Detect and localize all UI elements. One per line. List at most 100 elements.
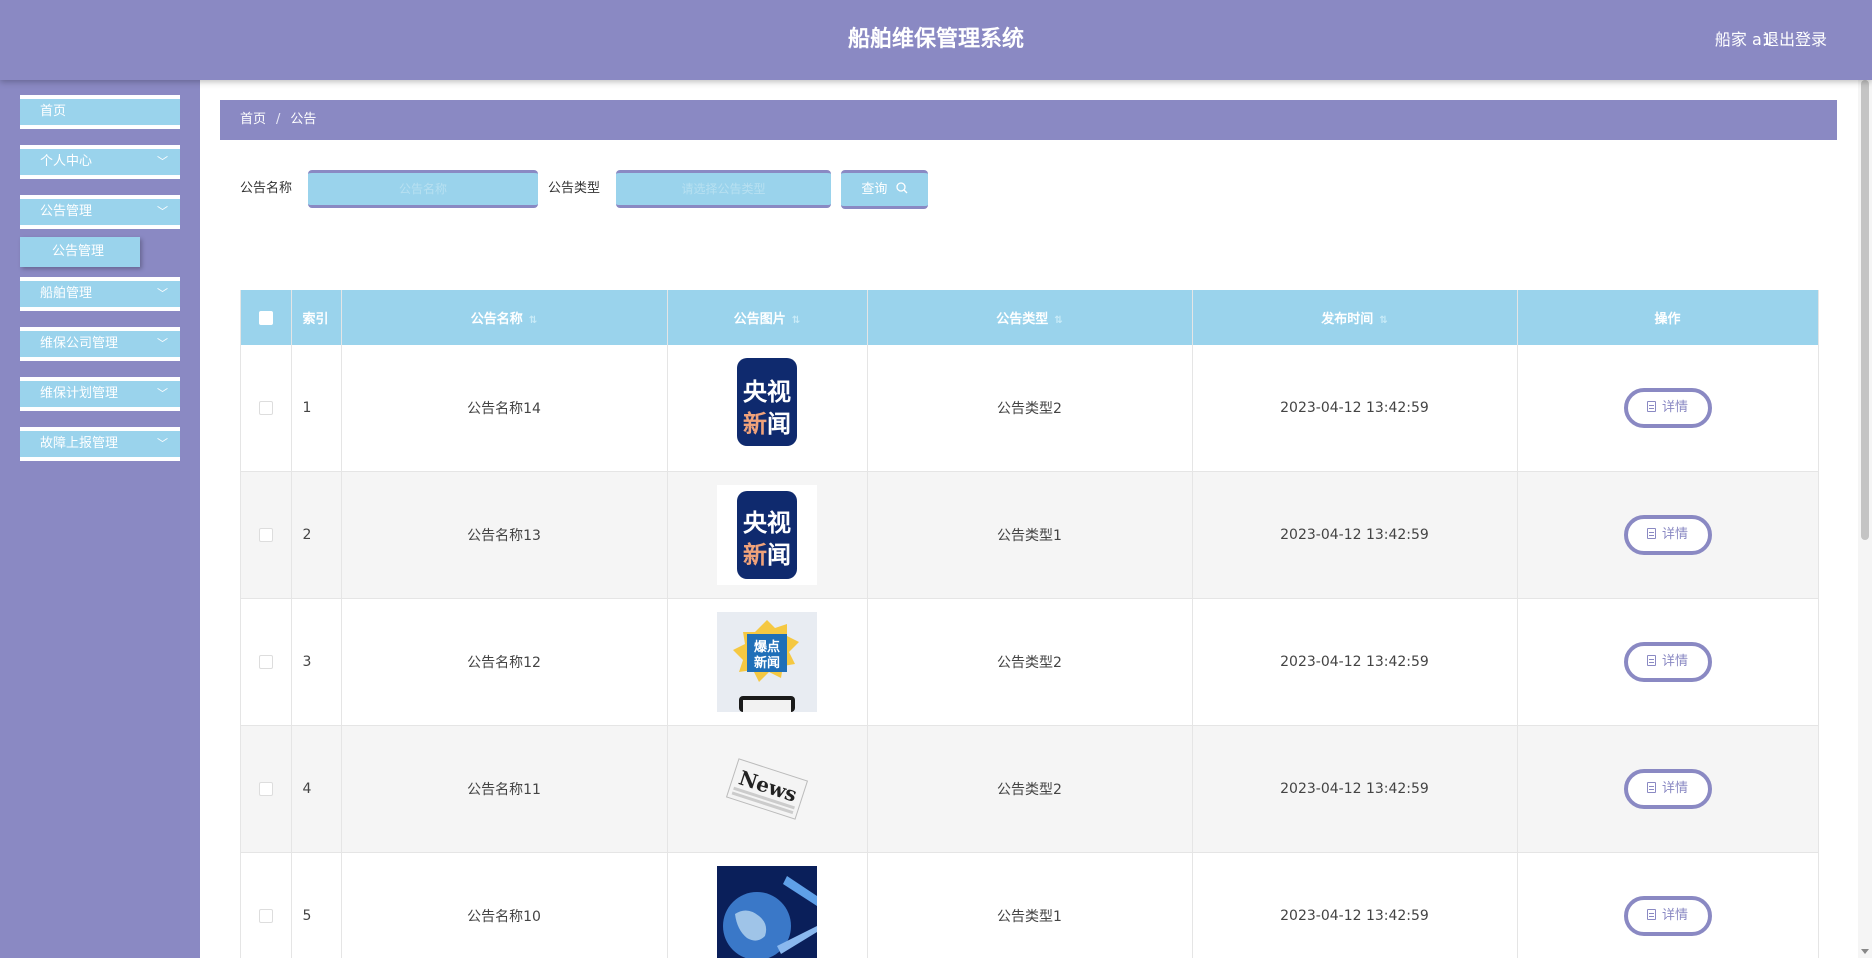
row-time: 2023-04-12 13:42:59 [1192,725,1518,853]
cctv-line2a: 新 [743,410,767,438]
hot-line1: 爆点 [754,639,780,655]
cctv-line1: 央视 [743,509,791,537]
table-row: 3 公告名称12 爆点 新闻 公告类型2 2023-04-12 13:42:59… [241,598,1818,726]
announcement-name-input[interactable] [308,170,538,208]
sidebar-item-fault-reports[interactable]: 故障上报管理 ﹀ [20,427,180,461]
app-title: 船舶维保管理系统 [847,27,1024,52]
sort-icon[interactable]: ⇅ [1379,315,1387,326]
sidebar-item-maintenance-plans[interactable]: 维保计划管理 ﹀ [20,377,180,411]
query-button-label: 查询 [861,182,888,197]
breadcrumb: 首页 / 公告 [220,100,1837,140]
row-index: 5 [291,852,342,958]
row-name: 公告名称11 [341,725,668,853]
column-header-label: 公告名称 [470,312,523,327]
document-icon [1646,782,1656,793]
row-name: 公告名称14 [341,345,668,472]
row-name: 公告名称13 [341,471,668,599]
column-header-time[interactable]: 发布时间 ⇅ [1192,290,1518,345]
sidebar-item-home[interactable]: 首页 [20,95,180,129]
sidebar: 首页 个人中心 ﹀ 公告管理 ﹀ 公告管理 船舶管理 ﹀ 维保公司管理 ﹀ 维保… [0,80,200,958]
scroll-down-arrow-icon[interactable] [1861,949,1869,954]
document-icon [1646,909,1656,920]
detail-button[interactable]: 详情 [1623,515,1712,555]
search-icon [895,174,908,207]
announcement-type-label: 公告类型 [548,181,601,196]
row-select-cell[interactable] [241,725,292,853]
sidebar-item-maintenance-companies[interactable]: 维保公司管理 ﹀ [20,327,180,361]
row-actions: 详情 [1517,725,1818,853]
announcement-name-label: 公告名称 [240,181,293,196]
sidebar-item-announcements[interactable]: 公告管理 ﹀ [20,195,180,229]
row-checkbox[interactable] [258,909,273,923]
sidebar-item-profile[interactable]: 个人中心 ﹀ [20,145,180,179]
chevron-down-icon: ﹀ [157,287,168,300]
sort-icon[interactable]: ⇅ [792,315,800,326]
sidebar-item-label: 维保计划管理 [40,386,119,401]
row-image-cell: 爆点 新闻 [667,598,868,726]
row-select-cell[interactable] [241,598,292,726]
row-checkbox[interactable] [258,401,273,415]
row-actions: 详情 [1517,852,1818,958]
row-actions: 详情 [1517,345,1818,472]
sort-icon[interactable]: ⇅ [1054,315,1062,326]
sidebar-item-ships[interactable]: 船舶管理 ﹀ [20,277,180,311]
column-header-image[interactable]: 公告图片 ⇅ [667,290,868,345]
breadcrumb-home[interactable]: 首页 [240,112,266,127]
row-time: 2023-04-12 13:42:59 [1192,598,1518,726]
row-index: 1 [291,345,342,472]
cctv-news-thumbnail: 央视 新 闻 [717,358,817,458]
sidebar-item-label: 个人中心 [40,154,93,169]
row-name: 公告名称10 [341,852,668,958]
row-select-cell[interactable] [241,345,292,472]
row-image-cell: 央视 新 闻 [667,345,868,472]
row-actions: 详情 [1517,598,1818,726]
table-row: 4 公告名称11 News 公告类型2 2023-04-12 13:42:59 … [241,725,1818,853]
row-type: 公告类型1 [867,471,1193,599]
select-all-cell[interactable] [241,290,292,345]
detail-button-label: 详情 [1661,908,1688,923]
detail-button-label: 详情 [1661,654,1688,669]
detail-button[interactable]: 详情 [1623,388,1712,428]
chevron-down-icon: ﹀ [157,437,168,450]
row-time: 2023-04-12 13:42:59 [1192,471,1518,599]
page-scrollbar[interactable] [1858,80,1872,958]
column-header-type[interactable]: 公告类型 ⇅ [867,290,1193,345]
detail-button[interactable]: 详情 [1623,642,1712,682]
row-type: 公告类型2 [867,725,1193,853]
select-all-checkbox[interactable] [258,310,273,325]
detail-button[interactable]: 详情 [1623,896,1712,936]
cctv-line2b: 闻 [767,541,791,569]
sidebar-item-label: 故障上报管理 [40,436,119,451]
sort-icon[interactable]: ⇅ [529,315,537,326]
cctv-line1: 央视 [743,378,791,406]
row-time: 2023-04-12 13:42:59 [1192,345,1518,472]
sidebar-item-label: 维保公司管理 [40,336,119,351]
sidebar-subitem-announcement-manage[interactable]: 公告管理 [20,237,140,267]
column-header-index: 索引 [291,290,342,345]
column-header-name[interactable]: 公告名称 ⇅ [341,290,668,345]
scrollbar-thumb[interactable] [1861,80,1869,540]
row-actions: 详情 [1517,471,1818,599]
column-header-label: 发布时间 [1321,312,1374,327]
breadcrumb-separator: / [276,112,281,127]
breadcrumb-current: 公告 [290,112,317,127]
row-index: 2 [291,471,342,599]
hot-news-thumbnail: 爆点 新闻 [717,612,817,712]
sidebar-item-label: 首页 [40,104,67,119]
row-type: 公告类型2 [867,598,1193,726]
logout-link[interactable]: 退出登录 [1763,0,1827,80]
row-select-cell[interactable] [241,852,292,958]
detail-button[interactable]: 详情 [1623,769,1712,809]
query-button[interactable]: 查询 [841,170,928,209]
row-index: 4 [291,725,342,853]
announcement-type-select[interactable] [616,170,831,208]
row-image-cell: 央视 新 闻 [667,471,868,599]
row-checkbox[interactable] [258,782,273,796]
hot-line2: 新闻 [754,655,780,671]
row-select-cell[interactable] [241,471,292,599]
table-row: 2 公告名称13 央视 新 闻 公告类型1 2023-04-12 13:42:5… [241,471,1818,599]
row-name: 公告名称12 [341,598,668,726]
chevron-down-icon: ﹀ [157,205,168,218]
row-checkbox[interactable] [258,655,273,669]
row-checkbox[interactable] [258,528,273,542]
